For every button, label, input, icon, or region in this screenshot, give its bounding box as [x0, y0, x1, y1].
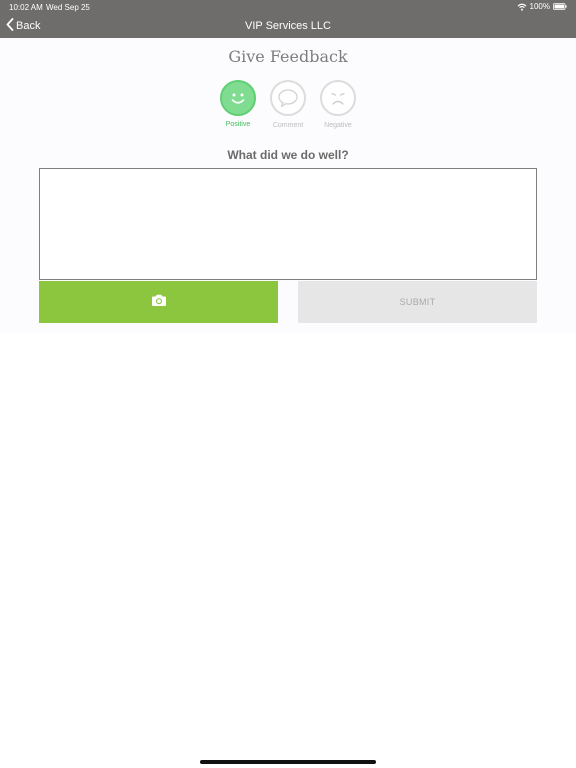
page-title: Give Feedback: [228, 47, 348, 66]
rating-negative[interactable]: Negative: [308, 80, 368, 129]
camera-button[interactable]: [39, 281, 278, 323]
feedback-panel: Give Feedback Positive Comment Negative …: [0, 38, 576, 334]
rating-label: Negative: [324, 122, 352, 129]
feedback-textarea[interactable]: [39, 168, 537, 280]
home-indicator[interactable]: [200, 760, 376, 764]
feedback-question: What did we do well?: [227, 148, 349, 162]
status-date: Wed Sep 25: [46, 3, 90, 12]
speech-bubble-icon: [270, 80, 306, 116]
smiley-icon: [220, 80, 256, 116]
nav-title: VIP Services LLC: [244, 20, 331, 32]
battery-icon: [553, 3, 567, 10]
status-time: 10:02 AM: [9, 3, 43, 12]
submit-button[interactable]: SUBMIT: [298, 281, 537, 323]
battery-percentage: 100%: [529, 2, 550, 11]
frown-icon: [320, 80, 356, 116]
wifi-icon: [517, 3, 527, 11]
navigation-bar: 10:02 AM Wed Sep 25 100% Back VIP Servic…: [0, 0, 576, 38]
status-indicators: 100%: [517, 2, 567, 11]
camera-icon: [151, 294, 167, 310]
